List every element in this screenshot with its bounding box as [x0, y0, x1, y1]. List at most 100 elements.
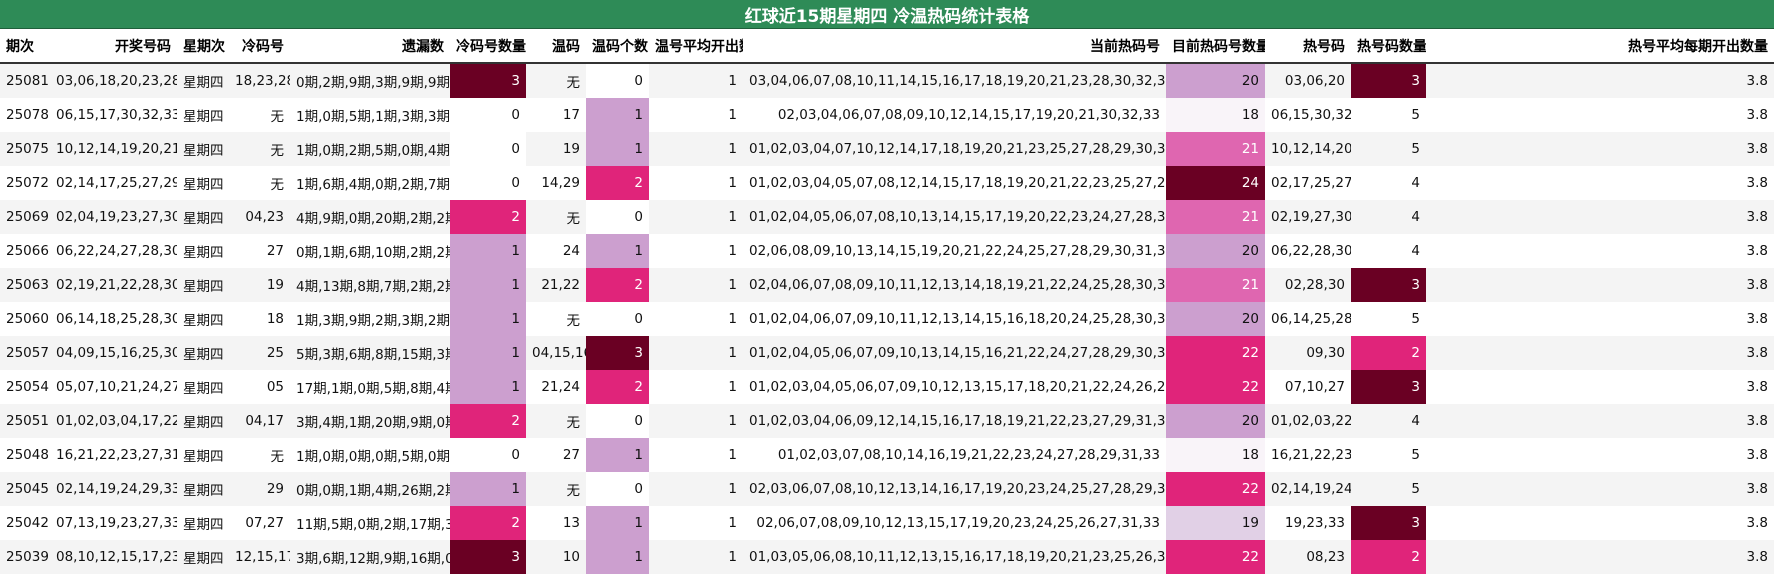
- cell-hot-pool-count: 20: [1166, 302, 1265, 336]
- cell-warm-count: 2: [586, 268, 649, 302]
- cell-warm-count: 3: [586, 336, 649, 370]
- cell-hot: 09,30: [1265, 336, 1351, 370]
- cell-issue: 25075: [0, 132, 50, 166]
- column-header-current-hot: 当前热码号: [743, 29, 1166, 64]
- cell-weekday: 星期四: [177, 506, 229, 540]
- stats-table: 期次开奖号码星期次冷码号遗漏数冷码号数量温码温码个数温号平均开出数当前热码号目前…: [0, 29, 1774, 574]
- cell-warm: 14,29: [526, 166, 586, 200]
- cell-hot-count: 5: [1351, 438, 1426, 472]
- cell-cold-count: 2: [450, 404, 526, 438]
- cell-hot-pool-count: 19: [1166, 506, 1265, 540]
- cell-hot: 06,14,25,28,30: [1265, 302, 1351, 336]
- cell-issue: 25063: [0, 268, 50, 302]
- sheet-title: 红球近15期星期四 冷温热码统计表格: [0, 0, 1774, 29]
- cell-miss: 0期,0期,1期,4期,26期,2期: [290, 472, 450, 506]
- cell-hot-avg: 3.8: [1426, 472, 1774, 506]
- cell-warm: 无: [526, 63, 586, 98]
- cell-warm-count: 1: [586, 506, 649, 540]
- cell-current-hot: 01,02,03,07,08,10,14,16,19,21,22,23,24,2…: [743, 438, 1166, 472]
- cell-numbers: 06,15,17,30,32,33 14: [50, 98, 177, 132]
- cell-weekday: 星期四: [177, 132, 229, 166]
- column-header-hot-count: 热号码数量: [1351, 29, 1426, 64]
- cell-hot-avg: 3.8: [1426, 506, 1774, 540]
- cell-warm-count: 0: [586, 302, 649, 336]
- cell-warm-count: 0: [586, 63, 649, 98]
- cell-cold-count: 0: [450, 98, 526, 132]
- cell-current-hot: 03,04,06,07,08,10,11,14,15,16,17,18,19,2…: [743, 63, 1166, 98]
- cell-miss: 4期,13期,8期,7期,2期,2期: [290, 268, 450, 302]
- cell-hot: 07,10,27: [1265, 370, 1351, 404]
- cell-hot-avg: 3.8: [1426, 166, 1774, 200]
- cell-hot: 02,28,30: [1265, 268, 1351, 302]
- cell-miss: 1期,3期,9期,2期,3期,2期: [290, 302, 450, 336]
- column-header-cold-count: 冷码号数量: [450, 29, 526, 64]
- cell-warm-count: 0: [586, 200, 649, 234]
- cell-hot: 06,22,28,30: [1265, 234, 1351, 268]
- cell-warm-avg: 1: [649, 438, 743, 472]
- table-row: 2506006,14,18,25,28,30 01星期四181期,3期,9期,2…: [0, 302, 1774, 336]
- table-row: 2504502,14,19,24,29,33 13星期四290期,0期,1期,4…: [0, 472, 1774, 506]
- cell-warm-avg: 1: [649, 370, 743, 404]
- cell-issue: 25057: [0, 336, 50, 370]
- cell-weekday: 星期四: [177, 200, 229, 234]
- cell-hot-avg: 3.8: [1426, 234, 1774, 268]
- cell-numbers: 05,07,10,21,24,27 16: [50, 370, 177, 404]
- cell-weekday: 星期四: [177, 166, 229, 200]
- cell-miss: 1期,6期,4期,0期,2期,7期: [290, 166, 450, 200]
- column-header-weekday: 星期次: [177, 29, 229, 64]
- cell-issue: 25045: [0, 472, 50, 506]
- cell-hot-pool-count: 21: [1166, 268, 1265, 302]
- cell-warm-count: 1: [586, 98, 649, 132]
- cell-hot-avg: 3.8: [1426, 268, 1774, 302]
- cell-weekday: 星期四: [177, 268, 229, 302]
- cell-cold-count: 0: [450, 132, 526, 166]
- cell-warm: 无: [526, 404, 586, 438]
- cell-miss: 0期,2期,9期,3期,9期,9期: [290, 63, 450, 98]
- cell-cold: 19: [229, 268, 290, 302]
- cell-current-hot: 02,03,04,06,07,08,09,10,12,14,15,17,19,2…: [743, 98, 1166, 132]
- column-header-hot-pool-count: 目前热码号数量: [1166, 29, 1265, 64]
- cell-cold-count: 0: [450, 166, 526, 200]
- column-header-warm-avg: 温号平均开出数: [649, 29, 743, 64]
- cell-hot-avg: 3.8: [1426, 63, 1774, 98]
- cell-hot-pool-count: 20: [1166, 404, 1265, 438]
- cell-hot-count: 4: [1351, 200, 1426, 234]
- cell-issue: 25060: [0, 302, 50, 336]
- cell-hot: 03,06,20: [1265, 63, 1351, 98]
- cell-hot-pool-count: 18: [1166, 438, 1265, 472]
- cell-warm-avg: 1: [649, 336, 743, 370]
- cell-warm-count: 2: [586, 370, 649, 404]
- cell-warm: 17: [526, 98, 586, 132]
- cell-issue: 25078: [0, 98, 50, 132]
- cell-weekday: 星期四: [177, 336, 229, 370]
- cell-warm-avg: 1: [649, 472, 743, 506]
- table-row: 2506302,19,21,22,28,30 01星期四194期,13期,8期,…: [0, 268, 1774, 302]
- cell-miss: 1期,0期,2期,5期,0期,4期: [290, 132, 450, 166]
- cell-numbers: 02,14,17,25,27,29 05: [50, 166, 177, 200]
- column-header-cold: 冷码号: [229, 29, 290, 64]
- cell-weekday: 星期四: [177, 540, 229, 574]
- cell-miss: 4期,9期,0期,20期,2期,2期: [290, 200, 450, 234]
- cell-warm-count: 2: [586, 166, 649, 200]
- cell-hot: 19,23,33: [1265, 506, 1351, 540]
- cell-cold: 25: [229, 336, 290, 370]
- cell-warm-count: 0: [586, 404, 649, 438]
- table-row: 2504207,13,19,23,27,33 12星期四07,2711期,5期,…: [0, 506, 1774, 540]
- cell-current-hot: 02,06,07,08,09,10,12,13,15,17,19,20,23,2…: [743, 506, 1166, 540]
- cell-warm-avg: 1: [649, 166, 743, 200]
- cell-numbers: 07,13,19,23,27,33 12: [50, 506, 177, 540]
- cell-numbers: 10,12,14,19,20,21 15: [50, 132, 177, 166]
- cell-hot-avg: 3.8: [1426, 98, 1774, 132]
- cell-issue: 25051: [0, 404, 50, 438]
- cell-hot-count: 2: [1351, 336, 1426, 370]
- cell-warm: 10: [526, 540, 586, 574]
- cell-numbers: 04,09,15,16,25,30 14: [50, 336, 177, 370]
- cell-cold: 无: [229, 132, 290, 166]
- cell-cold-count: 1: [450, 234, 526, 268]
- cell-warm-avg: 1: [649, 302, 743, 336]
- cell-current-hot: 02,04,06,07,08,09,10,11,12,13,14,18,19,2…: [743, 268, 1166, 302]
- cell-hot-avg: 3.8: [1426, 540, 1774, 574]
- cell-warm-avg: 1: [649, 234, 743, 268]
- cell-cold-count: 1: [450, 268, 526, 302]
- table-body: 2508103,06,18,20,23,28 05星期四18,23,280期,2…: [0, 63, 1774, 574]
